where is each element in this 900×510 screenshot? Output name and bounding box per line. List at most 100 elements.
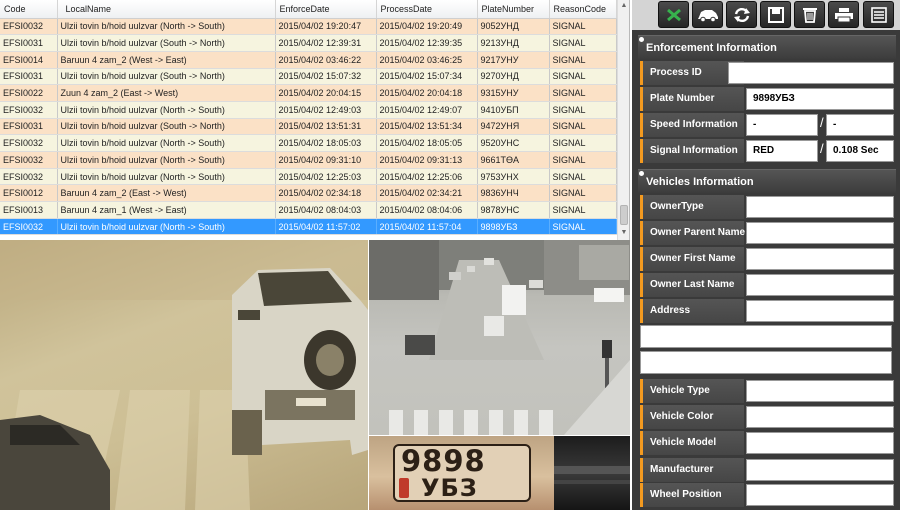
cell-reasoncode[interactable]: SIGNAL: [549, 151, 617, 169]
cell-enforcedate[interactable]: 2015/04/02 12:25:03: [275, 168, 377, 186]
cell-code[interactable]: EFSI0032: [0, 101, 58, 119]
cell-localname[interactable]: Zuun 4 zam_2 (East -> West): [57, 84, 276, 102]
cell-processdate[interactable]: 2015/04/02 15:07:34: [376, 68, 478, 86]
cell-enforcedate[interactable]: 2015/04/02 09:31:10: [275, 151, 377, 169]
speed-limit-field[interactable]: -: [826, 114, 894, 136]
cell-reasoncode[interactable]: SIGNAL: [549, 134, 617, 152]
cell-platenumber[interactable]: 9753УНХ: [477, 168, 550, 186]
save-button[interactable]: [760, 1, 791, 28]
cell-code[interactable]: EFSI0032: [0, 134, 58, 152]
cell-code[interactable]: EFSI0032: [0, 168, 58, 186]
cell-processdate[interactable]: 2015/04/02 12:39:35: [376, 34, 478, 52]
cell-code[interactable]: EFSI0031: [0, 118, 58, 136]
table-row[interactable]: EFSI0022 Zuun 4 zam_2 (East -> West) 2015/…: [0, 84, 617, 102]
cell-enforcedate[interactable]: 2015/04/02 20:04:15: [275, 84, 377, 102]
export-excel-button[interactable]: [658, 1, 689, 28]
cell-processdate[interactable]: 2015/04/02 09:31:13: [376, 151, 478, 169]
cell-enforcedate[interactable]: 2015/04/02 03:46:22: [275, 51, 377, 69]
table-row[interactable]: EFSI0014 Baruun 4 zam_2 (West -> East) 201…: [0, 51, 617, 69]
cell-processdate[interactable]: 2015/04/02 12:49:07: [376, 101, 478, 119]
cell-code[interactable]: EFSI0032: [0, 218, 58, 236]
table-row[interactable]: EFSI0031 Ulzii tovin b/hoid uulzvar (Sout…: [0, 68, 617, 86]
cell-localname[interactable]: Ulzii tovin b/hoid uulzvar (North -> Sou…: [57, 218, 276, 236]
owner-parent-name-field[interactable]: [746, 222, 894, 244]
cell-processdate[interactable]: 2015/04/02 03:46:25: [376, 51, 478, 69]
owner-type-field[interactable]: [746, 196, 894, 218]
cell-localname[interactable]: Ulzii tovin b/hoid uulzvar (South -> Nor…: [57, 118, 276, 136]
cell-localname[interactable]: Baruun 4 zam_1 (West -> East): [57, 201, 276, 219]
owner-last-name-field[interactable]: [746, 274, 894, 296]
cell-reasoncode[interactable]: SIGNAL: [549, 84, 617, 102]
cell-localname[interactable]: Ulzii tovin b/hoid uulzvar (North -> Sou…: [57, 134, 276, 152]
cell-code[interactable]: EFSI0014: [0, 51, 58, 69]
signal-state-field[interactable]: RED: [746, 140, 818, 162]
cell-reasoncode[interactable]: SIGNAL: [549, 34, 617, 52]
cell-code[interactable]: EFSI0031: [0, 68, 58, 86]
cell-enforcedate[interactable]: 2015/04/02 13:51:31: [275, 118, 377, 136]
cell-platenumber[interactable]: 9836УНЧ: [477, 184, 550, 203]
column-header-code[interactable]: Code: [0, 0, 58, 19]
table-row[interactable]: EFSI0031 Ulzii tovin b/hoid uulzvar (Sout…: [0, 118, 617, 136]
cell-processdate[interactable]: 2015/04/02 18:05:05: [376, 134, 478, 152]
table-row-selected[interactable]: EFSI0032 Ulzii tovin b/hoid uulzvar (Nort…: [0, 218, 617, 236]
cell-platenumber[interactable]: 9410УБП: [477, 101, 550, 119]
cell-platenumber[interactable]: 9315УНУ: [477, 84, 550, 102]
cell-enforcedate[interactable]: 2015/04/02 12:39:31: [275, 34, 377, 52]
address-line-3-field[interactable]: [640, 351, 892, 374]
address-field[interactable]: [746, 300, 894, 322]
cell-code[interactable]: EFSI0031: [0, 34, 58, 52]
table-row[interactable]: EFSI0032 Ulzii tovin b/hoid uulzvar (Nort…: [0, 168, 617, 186]
cell-reasoncode[interactable]: SIGNAL: [549, 18, 617, 36]
cell-platenumber[interactable]: 9898УБЗ: [477, 218, 550, 236]
cell-reasoncode[interactable]: SIGNAL: [549, 184, 617, 203]
vehicle-model-field[interactable]: [746, 432, 894, 454]
cell-reasoncode[interactable]: SIGNAL: [549, 68, 617, 86]
cell-platenumber[interactable]: 9052УНД: [477, 18, 550, 36]
scroll-down-icon[interactable]: ▼: [619, 228, 629, 238]
list-button[interactable]: [863, 1, 894, 28]
cell-code[interactable]: EFSI0022: [0, 84, 58, 102]
cell-platenumber[interactable]: 9270УНД: [477, 68, 550, 86]
cell-platenumber[interactable]: 9520УНС: [477, 134, 550, 152]
cell-platenumber[interactable]: 9213УНД: [477, 34, 550, 52]
cell-enforcedate[interactable]: 2015/04/02 12:49:03: [275, 101, 377, 119]
cell-enforcedate[interactable]: 2015/04/02 02:34:18: [275, 184, 377, 203]
scroll-thumb[interactable]: [620, 205, 628, 225]
cell-processdate[interactable]: 2015/04/02 12:25:06: [376, 168, 478, 186]
cell-platenumber[interactable]: 9472УНЯ: [477, 118, 550, 136]
cell-localname[interactable]: Baruun 4 zam_2 (West -> East): [57, 51, 276, 69]
cell-reasoncode[interactable]: SIGNAL: [549, 51, 617, 69]
cell-localname[interactable]: Baruun 4 zam_2 (East -> West): [57, 184, 276, 203]
cell-processdate[interactable]: 2015/04/02 20:04:18: [376, 84, 478, 102]
cell-platenumber[interactable]: 9661ТӨА: [477, 151, 550, 169]
cell-code[interactable]: EFSI0032: [0, 151, 58, 169]
cell-processdate[interactable]: 2015/04/02 13:51:34: [376, 118, 478, 136]
cell-code[interactable]: EFSI0012: [0, 184, 58, 203]
scroll-up-icon[interactable]: ▲: [619, 1, 629, 11]
manufacturer-field[interactable]: [746, 459, 894, 481]
cell-localname[interactable]: Ulzii tovin b/hoid uulzvar (North -> Sou…: [57, 151, 276, 169]
column-header-reasoncode[interactable]: ReasonCode: [549, 0, 617, 19]
wheel-position-field[interactable]: [746, 484, 894, 506]
plate-number-field[interactable]: 9898УБЗ: [746, 88, 894, 110]
cell-enforcedate[interactable]: 2015/04/02 11:57:02: [275, 218, 377, 236]
vehicle-button[interactable]: [692, 1, 723, 28]
cell-localname[interactable]: Ulzii tovin b/hoid uulzvar (North -> Sou…: [57, 168, 276, 186]
table-row[interactable]: EFSI0032 Ulzii tovin b/hoid uulzvar (Nort…: [0, 151, 617, 169]
cell-localname[interactable]: Ulzii tovin b/hoid uulzvar (South -> Nor…: [57, 68, 276, 86]
cell-enforcedate[interactable]: 2015/04/02 19:20:47: [275, 18, 377, 36]
owner-first-name-field[interactable]: [746, 248, 894, 270]
cell-enforcedate[interactable]: 2015/04/02 15:07:32: [275, 68, 377, 86]
column-header-platenumber[interactable]: PlateNumber: [477, 0, 550, 19]
table-row[interactable]: EFSI0012 Baruun 4 zam_2 (East -> West) 201…: [0, 184, 617, 203]
table-row[interactable]: EFSI0032 Ulzii tovin b/hoid uulzvar (Nort…: [0, 134, 617, 152]
speed-value-field[interactable]: -: [746, 114, 818, 136]
cell-reasoncode[interactable]: SIGNAL: [549, 168, 617, 186]
cell-enforcedate[interactable]: 2015/04/02 08:04:03: [275, 201, 377, 219]
table-row[interactable]: EFSI0032 Ulzii tovin b/hoid uulzvar (Nort…: [0, 18, 617, 36]
cell-localname[interactable]: Ulzii tovin b/hoid uulzvar (North -> Sou…: [57, 18, 276, 36]
cell-processdate[interactable]: 2015/04/02 02:34:21: [376, 184, 478, 203]
table-vertical-scrollbar[interactable]: ▲ ▼: [617, 0, 629, 240]
cell-platenumber[interactable]: 9878УНС: [477, 201, 550, 219]
signal-time-field[interactable]: 0.108 Sec: [826, 140, 894, 162]
